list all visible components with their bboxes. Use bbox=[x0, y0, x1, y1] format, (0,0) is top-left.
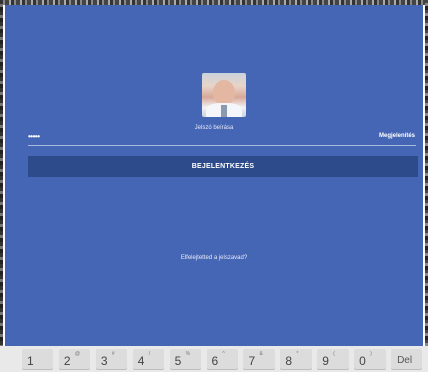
key-label: 7 bbox=[248, 354, 256, 368]
torn-border-left bbox=[0, 0, 3, 372]
show-password-button[interactable]: Megjelenítés bbox=[379, 133, 415, 139]
login-button[interactable]: BEJELENTKEZÉS bbox=[28, 156, 418, 177]
password-label: Jelszó beírása bbox=[194, 125, 234, 131]
password-input[interactable]: ••••• bbox=[28, 132, 40, 141]
key-sublabel: # bbox=[111, 351, 115, 357]
key-delete[interactable]: Del bbox=[391, 349, 423, 369]
key-sublabel: ( bbox=[333, 351, 335, 357]
key-label: 5 bbox=[174, 354, 182, 368]
key-7[interactable]: 7 & bbox=[243, 349, 275, 369]
login-screen: Jelszó beírása ••••• Megjelenítés BEJELE… bbox=[5, 4, 423, 346]
key-2[interactable]: 2 @ bbox=[58, 349, 91, 369]
avatar bbox=[202, 73, 246, 117]
key-sublabel: % bbox=[185, 351, 191, 357]
key-sublabel: / bbox=[148, 351, 151, 357]
key-5[interactable]: 5 % bbox=[169, 349, 202, 369]
screenshot-frame: Jelszó beírása ••••• Megjelenítés BEJELE… bbox=[0, 0, 428, 372]
key-sublabel: @ bbox=[74, 351, 80, 357]
key-sublabel: ) bbox=[370, 351, 372, 357]
key-6[interactable]: 6 ^ bbox=[206, 349, 238, 369]
numeric-keyboard: 1 2 @ 3 # 4 / 5 % 6 ^ 7 & 8 * 9 (0) De… bbox=[0, 346, 428, 372]
key-label: 1 bbox=[27, 354, 34, 368]
key-label: 4 bbox=[137, 354, 145, 368]
avatar-tie bbox=[221, 105, 227, 117]
forgot-password-link[interactable]: Elfelejtetted a jelszavad? bbox=[5, 255, 423, 261]
key-0[interactable]: 0 ) bbox=[354, 349, 386, 369]
key-label: Del bbox=[397, 355, 413, 366]
key-sublabel: * bbox=[296, 351, 299, 357]
key-label: 2 bbox=[63, 354, 71, 368]
key-sublabel: ^ bbox=[222, 351, 225, 357]
key-label: 0 bbox=[359, 354, 366, 368]
avatar-head bbox=[213, 80, 235, 105]
key-label: 9 bbox=[322, 354, 329, 368]
key-label: 8 bbox=[285, 354, 293, 368]
key-label: 6 bbox=[211, 354, 219, 368]
key-3[interactable]: 3 # bbox=[95, 349, 128, 369]
key-label: 3 bbox=[100, 354, 108, 368]
password-underline bbox=[28, 145, 416, 146]
key-4[interactable]: 4 / bbox=[132, 349, 165, 369]
key-1[interactable]: 1 bbox=[22, 349, 54, 369]
key-sublabel: & bbox=[259, 351, 263, 357]
torn-border-top bbox=[0, 0, 428, 5]
key-9[interactable]: 9 ( bbox=[317, 349, 349, 369]
key-8[interactable]: 8 * bbox=[280, 349, 312, 369]
